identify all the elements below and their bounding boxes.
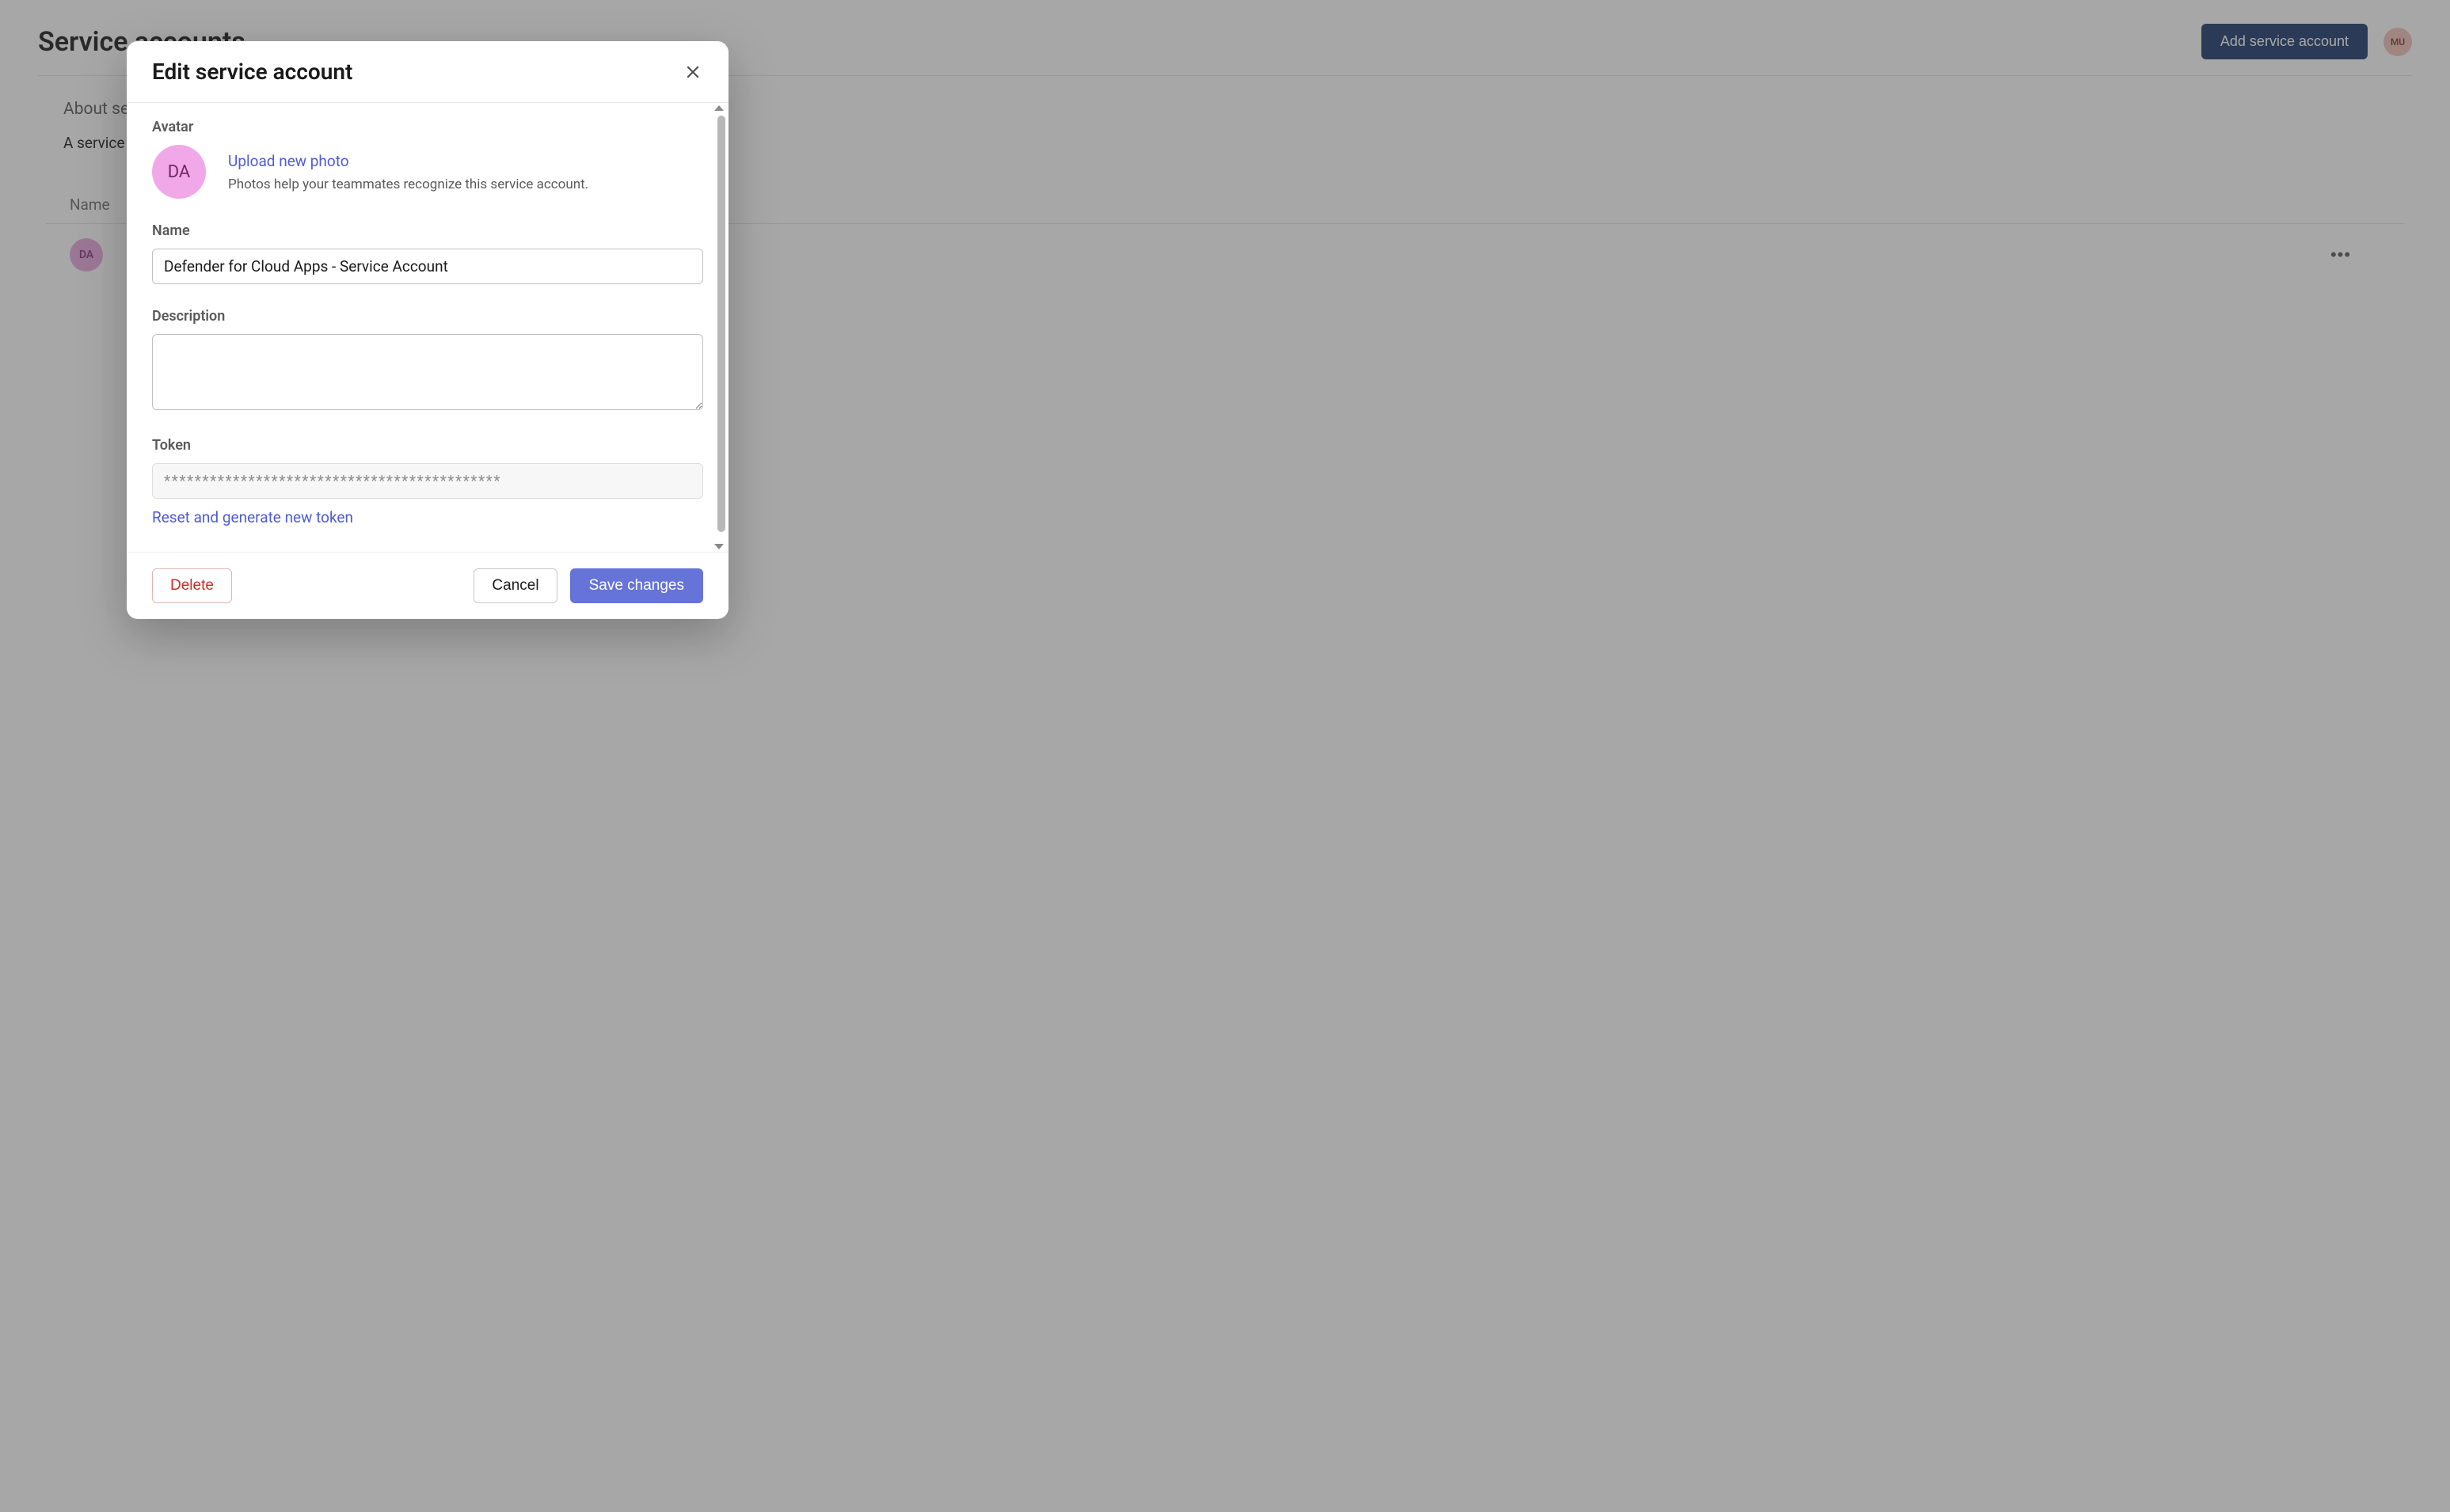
modal-body: Avatar DA Upload new photo Photos help y… [127, 103, 729, 552]
avatar-text: Upload new photo Photos help your teamma… [228, 152, 588, 192]
footer-right: Cancel Save changes [474, 568, 703, 603]
modal-header: Edit service account [127, 41, 729, 103]
avatar-field: Avatar DA Upload new photo Photos help y… [152, 119, 703, 199]
token-label: Token [152, 437, 703, 454]
description-label: Description [152, 308, 703, 325]
service-account-avatar: DA [152, 145, 206, 199]
description-input[interactable] [152, 334, 703, 410]
modal-footer: Delete Cancel Save changes [127, 552, 729, 619]
cancel-button[interactable]: Cancel [474, 568, 557, 603]
token-input [152, 463, 703, 499]
token-field: Token Reset and generate new token [152, 437, 703, 526]
scroll-down-icon[interactable] [714, 544, 724, 549]
scroll-up-icon[interactable] [714, 105, 724, 111]
edit-service-account-modal: Edit service account Avatar DA Upload ne… [127, 41, 729, 619]
close-button[interactable] [683, 62, 703, 82]
delete-button[interactable]: Delete [152, 568, 232, 603]
close-icon [686, 65, 700, 79]
name-field: Name [152, 222, 703, 284]
modal-title: Edit service account [152, 59, 352, 85]
reset-token-link[interactable]: Reset and generate new token [152, 508, 353, 526]
name-label: Name [152, 222, 703, 239]
description-field: Description [152, 308, 703, 413]
save-changes-button[interactable]: Save changes [570, 568, 703, 603]
upload-hint: Photos help your teammates recognize thi… [228, 177, 588, 192]
avatar-label: Avatar [152, 119, 703, 135]
avatar-row: DA Upload new photo Photos help your tea… [152, 145, 703, 199]
name-input[interactable] [152, 249, 703, 284]
upload-photo-link[interactable]: Upload new photo [228, 152, 588, 170]
modal-overlay[interactable]: Edit service account Avatar DA Upload ne… [0, 0, 2450, 1512]
scrollbar-thumb[interactable] [717, 116, 725, 532]
